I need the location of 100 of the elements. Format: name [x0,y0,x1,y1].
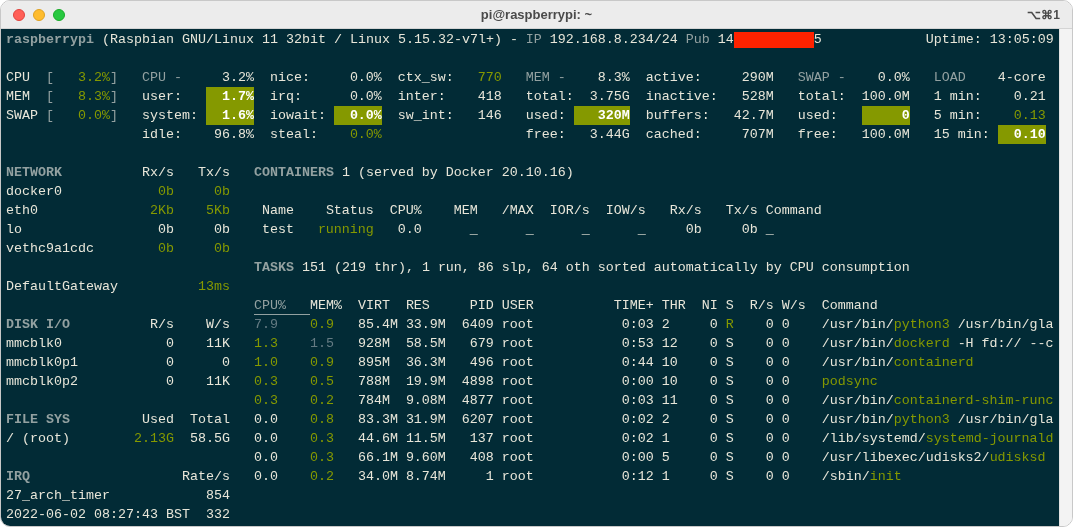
stat-value: 0.21 [1013,88,1046,106]
table-cell: 0b [213,222,230,237]
table-cell: 0:53 [621,336,654,351]
table-cell: S [725,412,734,427]
stat-label: user: [141,88,182,106]
table-cell: 19.9M [405,374,446,389]
column-header: MEM% [309,298,342,313]
bracket-text: ] [109,107,118,125]
table-cell: 0.0 [397,222,422,237]
stat-label: active: [645,69,702,87]
command-name: dockerd [893,335,950,353]
table-cell: 0b [157,184,174,199]
command-name: containerd-shim-runc [893,392,1054,410]
stat-value: 770 [477,69,502,87]
column-header: VIRT [357,298,390,313]
bracket-text: [ [46,88,54,106]
table-cell: 0 [765,431,774,446]
table-cell: 0b [213,184,230,199]
zoom-button[interactable] [53,8,65,21]
table-cell: root [501,336,534,351]
command-name: podsync [821,373,878,391]
stat-label: sw_int: [397,107,454,125]
table-cell: 0b [157,222,174,237]
table-cell: 0 [781,374,790,389]
column-header: CPU% [389,203,422,218]
table-cell: _ [765,222,774,237]
table-cell: 0.3 [309,431,334,446]
row-label: 2022-06-02 08:27:43 BST [6,507,190,522]
command-path: /usr/bin/ [821,411,894,429]
table-cell: 0.0 [253,431,278,446]
table-cell: root [501,393,534,408]
section-title: FILE SYS [6,412,70,427]
table-cell: test [261,222,294,237]
table-cell: root [501,450,534,465]
table-cell: _ [469,222,478,237]
stat-value: 0.0% [333,106,382,125]
table-cell: 12 [661,336,678,351]
table-cell: 36.3M [405,355,446,370]
table-cell: 0 [781,431,790,446]
row-label: eth0 [6,203,38,218]
table-cell: 0 [709,431,718,446]
table-cell: 679 [469,336,494,351]
table-cell: 0 [765,374,774,389]
table-cell: 0.3 [253,374,278,389]
table-cell: 0 [165,355,174,370]
column-header: Tx/s [197,165,230,180]
table-cell: 2 [661,412,670,427]
table-cell: 0b [213,241,230,256]
stat-value: 100.0M [861,88,910,106]
system-info: (Raspbian GNU/Linux 11 32bit / Linux 5.15.32-v7l+) [101,31,502,49]
table-cell: root [501,469,534,484]
stat-label: CPU - [141,69,182,87]
table-cell: 0 [709,336,718,351]
stat-value: 0.10 [997,125,1046,144]
section-title: DISK I/O [6,317,70,332]
minimize-button[interactable] [33,8,45,21]
stat-value: 707M [741,126,774,144]
table-cell: 895M [357,355,390,370]
table-cell: 10 [661,355,678,370]
hostname: raspberrypi [6,31,94,49]
row-label: DefaultGateway [6,279,118,294]
column-header: NI [701,298,718,313]
table-cell: root [501,412,534,427]
stat-label: 5 min: [933,107,982,125]
stat-label: steal: [269,126,318,144]
table-cell: 1 [661,431,670,446]
column-header: Command [821,298,878,313]
section-title: CONTAINERS [253,164,334,182]
table-cell: 0.9 [309,355,334,370]
close-button[interactable] [13,8,25,21]
public-ip-label: Pub [685,31,710,49]
stat-value: 0.13 [1013,107,1046,125]
table-cell: 0 [709,355,718,370]
table-cell: 2Kb [149,203,174,218]
stat-label: 1 min: [933,88,982,106]
table-cell: 5Kb [205,203,230,218]
table-cell: 1.5 [309,336,334,351]
table-cell: 0.0 [253,412,278,427]
table-cell: 1.0 [253,355,278,370]
table-cell: 0.3 [309,450,334,465]
command-name: init [869,468,902,486]
table-cell: 0 [765,355,774,370]
column-header: R/s [149,317,174,332]
stat-value: 1.7% [205,87,254,106]
table-cell: 34.0M [357,469,398,484]
table-cell: 2 [661,317,670,332]
table-cell: 854 [205,488,230,503]
command-path: /lib/systemd/ [821,430,926,448]
table-cell: S [725,469,734,484]
table-cell: 0 [165,374,174,389]
command-args: /usr/bin/gla [957,411,1054,429]
stat-value: 528M [741,88,774,106]
command-name: python3 [893,316,950,334]
table-cell: 928M [357,336,390,351]
stat-label: free: [797,126,838,144]
column-header: PID [469,298,494,313]
stat-value: 146 [477,107,502,125]
table-cell: S [725,355,734,370]
table-cell: 0 [709,317,718,332]
table-cell: 1 [661,469,670,484]
